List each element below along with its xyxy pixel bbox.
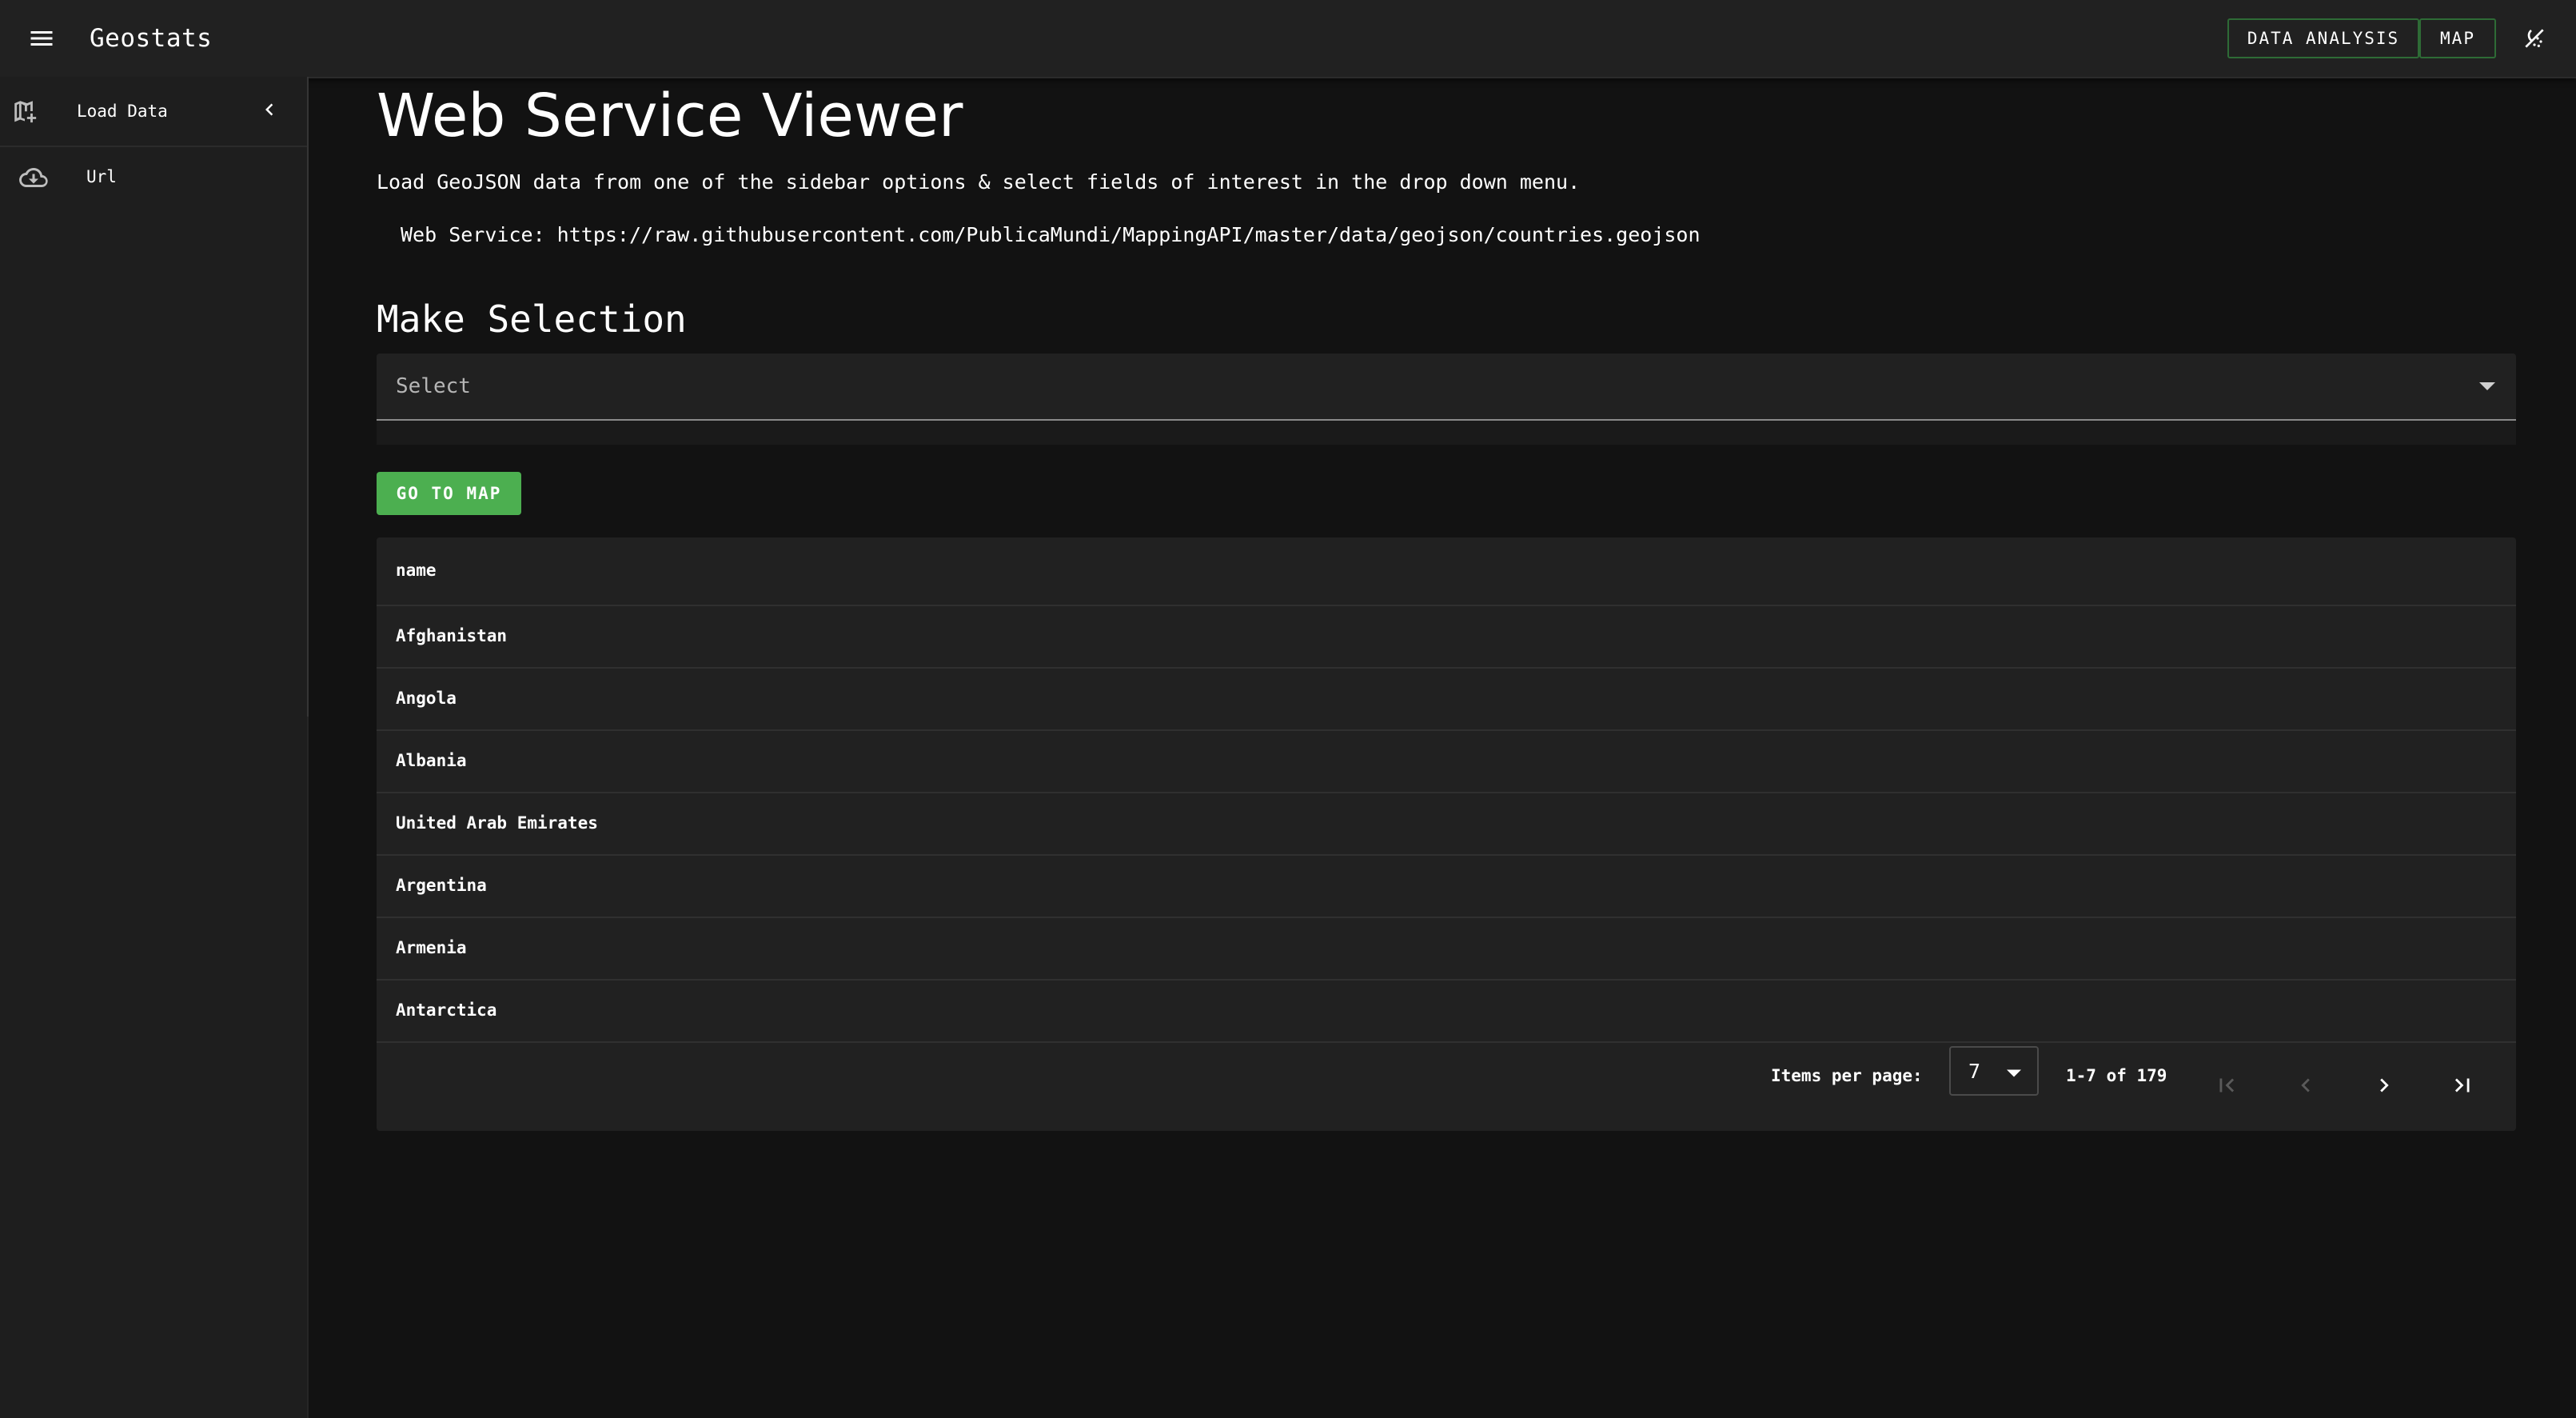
column-header-name[interactable]: name	[396, 558, 437, 582]
paginator: Items per page: 7 1-7 of 179	[377, 1043, 2516, 1131]
table-row[interactable]: Albania	[377, 731, 2516, 793]
table-row[interactable]: Antarctica	[377, 981, 2516, 1043]
theme-toggle-icon[interactable]	[2522, 26, 2547, 51]
sidebar-item-load-data[interactable]: Load Data	[0, 77, 307, 147]
items-per-page-value: 7	[1968, 1060, 1981, 1083]
table-row[interactable]: United Arab Emirates	[377, 793, 2516, 856]
table-cell: Albania	[396, 751, 467, 770]
table-cell: Armenia	[396, 938, 467, 957]
map-button[interactable]: MAP	[2419, 18, 2496, 58]
field-select[interactable]: Select	[377, 354, 2516, 421]
section-title: Make Selection	[377, 298, 687, 341]
previous-page-icon[interactable]	[2292, 1072, 2319, 1099]
select-placeholder: Select	[396, 374, 471, 398]
chevron-left-icon[interactable]	[257, 98, 281, 122]
table-cell: Argentina	[396, 876, 487, 895]
go-to-map-button[interactable]: GO TO MAP	[377, 472, 521, 515]
items-per-page-select[interactable]: 7	[1949, 1046, 2039, 1096]
table-cell: Antarctica	[396, 1001, 497, 1020]
intro-text: Load GeoJSON data from one of the sideba…	[377, 170, 1581, 194]
items-per-page-label: Items per page:	[1771, 1066, 1923, 1085]
chevron-down-icon	[2479, 382, 2495, 390]
next-page-icon[interactable]	[2371, 1072, 2398, 1099]
chevron-down-icon	[2007, 1069, 2021, 1077]
first-page-icon[interactable]	[2213, 1072, 2240, 1099]
last-page-icon[interactable]	[2449, 1072, 2476, 1099]
table-cell: United Arab Emirates	[396, 813, 598, 833]
sidebar-item-url[interactable]: Url	[0, 147, 307, 211]
page-range-label: 1-7 of 179	[2066, 1066, 2167, 1085]
menu-icon[interactable]	[27, 24, 56, 53]
select-panel-shadow	[377, 421, 2516, 445]
table-header-row: name	[377, 537, 2516, 606]
data-table: name Afghanistan Angola Albania United A…	[377, 537, 2516, 1131]
table-cell: Afghanistan	[396, 626, 508, 645]
cloud-download-icon	[19, 168, 48, 187]
data-analysis-button[interactable]: DATA ANALYSIS	[2227, 18, 2419, 58]
sidebar-item-label: Load Data	[77, 102, 168, 121]
table-row[interactable]: Afghanistan	[377, 606, 2516, 669]
top-app-bar: Geostats DATA ANALYSIS MAP	[0, 0, 2576, 78]
table-row[interactable]: Argentina	[377, 856, 2516, 918]
app-title: Geostats	[90, 24, 213, 53]
sidebar-divider	[307, 77, 309, 717]
sidebar: Load Data Url	[0, 77, 309, 1418]
map-add-icon	[14, 101, 37, 123]
table-cell: Angola	[396, 689, 457, 708]
table-row[interactable]: Armenia	[377, 918, 2516, 981]
web-service-url: Web Service: https://raw.githubuserconte…	[401, 223, 1701, 246]
page-title: Web Service Viewer	[377, 82, 963, 150]
table-row[interactable]: Angola	[377, 669, 2516, 731]
sidebar-item-label: Url	[86, 167, 117, 186]
